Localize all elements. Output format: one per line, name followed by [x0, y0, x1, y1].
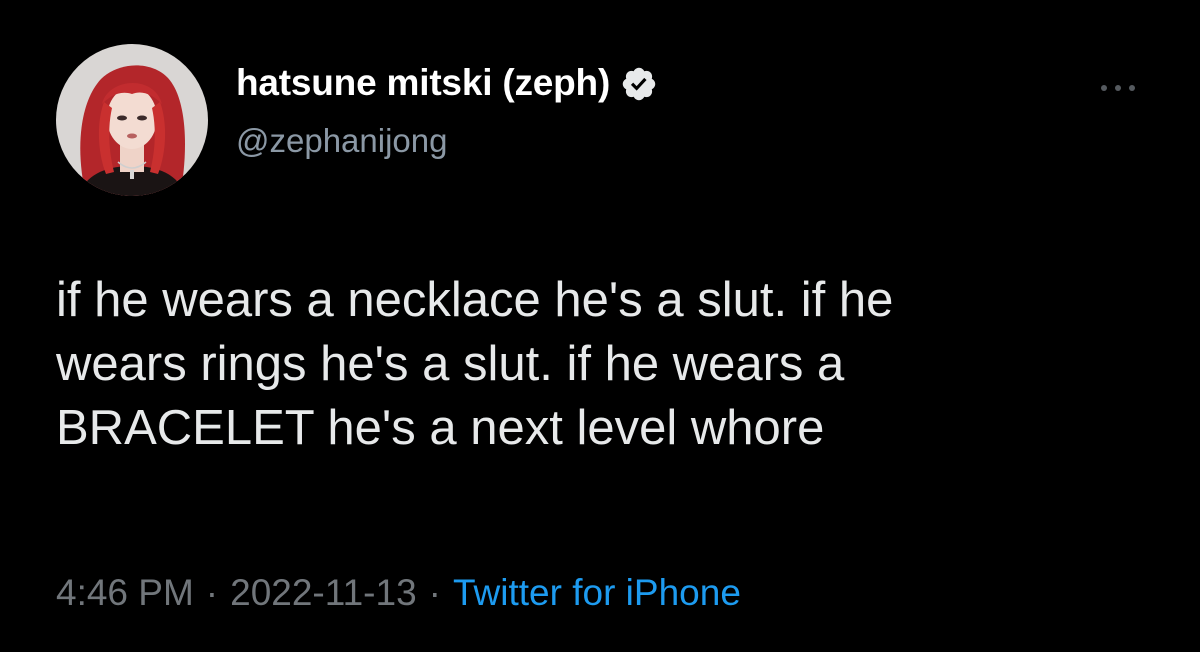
meta-separator: · — [428, 572, 441, 613]
tweet-text-line: wears rings he's a slut. if he wears a — [56, 337, 845, 391]
tweet-date[interactable]: 2022-11-13 — [230, 574, 417, 611]
meta-separator: · — [205, 572, 219, 613]
author-avatar[interactable] — [56, 44, 208, 196]
more-options-button[interactable] — [1092, 76, 1144, 100]
author-handle[interactable]: @zephanijong — [236, 124, 448, 157]
tweet-text: if he wears a necklace he's a slut. if h… — [56, 268, 1166, 460]
tweet-text-line: if he wears a necklace he's a slut. if h… — [56, 273, 894, 327]
author-name-row[interactable]: hatsune mitski (zeph) — [236, 62, 658, 103]
tweet-card: hatsune mitski (zeph) @zephanijong if he… — [0, 0, 1200, 652]
tweet-time[interactable]: 4:46 PM — [56, 574, 194, 611]
verified-badge-icon — [620, 65, 658, 103]
tweet-source-link[interactable]: Twitter for iPhone — [453, 574, 741, 611]
author-display-name: hatsune mitski (zeph) — [236, 62, 611, 103]
tweet-metadata: 4:46 PM · 2022-11-13 · Twitter for iPhon… — [56, 574, 741, 611]
avatar-image — [56, 44, 208, 196]
tweet-text-line: BRACELET he's a next level whore — [56, 401, 825, 455]
more-options-icon — [1101, 85, 1135, 91]
